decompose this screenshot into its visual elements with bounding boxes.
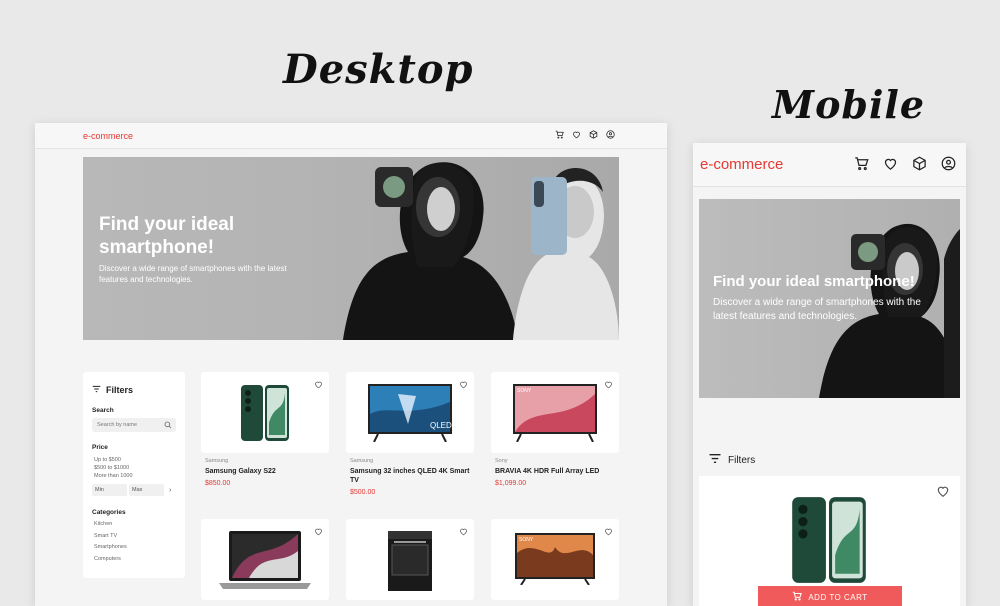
brand-logo[interactable]: e-commerce bbox=[700, 156, 783, 173]
price-option[interactable]: $500 to $1000 bbox=[94, 465, 129, 471]
user-icon[interactable] bbox=[941, 156, 956, 171]
product-price: $500.00 bbox=[350, 489, 376, 496]
desktop-header: e-commerce bbox=[35, 123, 667, 149]
price-option[interactable]: Up to $500 bbox=[94, 457, 121, 463]
desktop-label: Desktop bbox=[283, 46, 474, 93]
product-image[interactable]: SONY bbox=[491, 519, 619, 600]
categories-label: Categories bbox=[92, 509, 126, 516]
heart-icon[interactable] bbox=[459, 376, 468, 394]
product-image[interactable] bbox=[346, 519, 474, 600]
max-input[interactable]: Max bbox=[129, 484, 164, 496]
hero-title: Find your ideal smartphone! bbox=[713, 273, 915, 290]
product-brand: Samsung bbox=[350, 458, 374, 464]
product-card[interactable]: Samsung Samsung Galaxy S22 $850.00 bbox=[201, 372, 329, 487]
category-item[interactable]: Smart TV bbox=[94, 533, 117, 539]
cart-icon bbox=[792, 591, 803, 603]
product-name[interactable]: Samsung 32 inches QLED 4K Smart TV bbox=[350, 467, 474, 485]
hero-photo bbox=[343, 162, 619, 340]
tv-illustration: SONY bbox=[515, 533, 595, 585]
product-name[interactable]: Samsung Galaxy S22 bbox=[205, 467, 329, 476]
user-icon[interactable] bbox=[606, 130, 615, 139]
hero-banner: Find your ideal smartphone! Discover a w… bbox=[83, 157, 619, 340]
product-name[interactable]: BRAVIA 4K HDR Full Array LED bbox=[495, 467, 619, 476]
box-icon[interactable] bbox=[589, 130, 598, 139]
filters-toggle[interactable]: Filters bbox=[708, 453, 755, 467]
product-image[interactable] bbox=[201, 519, 329, 600]
filters-title: Filters bbox=[106, 385, 134, 395]
box-icon[interactable] bbox=[912, 156, 927, 171]
heart-icon[interactable] bbox=[314, 376, 323, 394]
heart-icon[interactable] bbox=[314, 523, 323, 541]
hero-subtitle: Discover a wide range of smartphones wit… bbox=[713, 297, 921, 322]
heart-icon[interactable] bbox=[936, 484, 950, 503]
product-card[interactable]: SONY bbox=[491, 519, 619, 600]
heart-icon[interactable] bbox=[604, 376, 613, 394]
category-item[interactable]: Kitchen bbox=[94, 521, 112, 527]
filters-panel: Filters Search Search by name Price Up t… bbox=[83, 372, 185, 578]
heart-icon[interactable] bbox=[459, 523, 468, 541]
hero-banner: Find your ideal smartphone! Discover a w… bbox=[699, 199, 960, 398]
product-image[interactable]: SONY bbox=[491, 372, 619, 453]
product-image[interactable]: QLED bbox=[346, 372, 474, 453]
product-image[interactable] bbox=[201, 372, 329, 453]
filters-label: Filters bbox=[728, 454, 756, 466]
price-label: Price bbox=[92, 444, 108, 451]
svg-text:QLED: QLED bbox=[430, 421, 452, 430]
cart-icon[interactable] bbox=[555, 130, 564, 139]
price-option[interactable]: More than 1000 bbox=[94, 473, 133, 479]
price-range: Min Max › bbox=[92, 484, 176, 496]
search-icon bbox=[164, 421, 172, 431]
filters-heading: Filters bbox=[92, 385, 133, 395]
search-input[interactable]: Search by name bbox=[92, 418, 176, 432]
product-card[interactable]: SONY Sony BRAVIA 4K HDR Full Array LED $… bbox=[491, 372, 619, 487]
filter-icon bbox=[708, 453, 722, 467]
cart-icon[interactable] bbox=[854, 156, 869, 171]
stove-illustration bbox=[388, 531, 432, 591]
heart-icon[interactable] bbox=[572, 130, 581, 139]
search-label: Search bbox=[92, 407, 114, 414]
hero-subtitle: Discover a wide range of smartphones wit… bbox=[99, 264, 287, 284]
hero-title: Find your ideal smartphone! bbox=[99, 214, 235, 258]
mobile-header: e-commerce bbox=[693, 143, 966, 187]
add-to-cart-button[interactable]: ADD TO CART bbox=[758, 586, 902, 606]
brand-logo[interactable]: e-commerce bbox=[83, 131, 133, 141]
add-to-cart-label: ADD TO CART bbox=[808, 592, 868, 602]
phone-illustration bbox=[792, 497, 866, 583]
laptop-illustration bbox=[219, 531, 311, 589]
svg-text:SONY: SONY bbox=[517, 388, 532, 394]
product-card[interactable]: ADD TO CART bbox=[699, 476, 960, 606]
product-price: $850.00 bbox=[205, 480, 231, 487]
desktop-preview: e-commerce Find your ideal smartphone! D… bbox=[35, 123, 667, 606]
product-card[interactable] bbox=[201, 519, 329, 600]
product-price: $1,099.00 bbox=[495, 480, 527, 487]
product-card[interactable]: QLED Samsung Samsung 32 inches QLED 4K S… bbox=[346, 372, 474, 496]
tv-illustration: SONY bbox=[513, 384, 597, 442]
mobile-label: Mobile bbox=[772, 82, 926, 127]
mobile-preview: e-commerce Find your ideal smartphone! D… bbox=[693, 143, 966, 606]
phone-illustration bbox=[241, 385, 289, 441]
heart-icon[interactable] bbox=[883, 156, 898, 171]
filter-icon bbox=[92, 385, 101, 395]
product-card[interactable] bbox=[346, 519, 474, 600]
category-item[interactable]: Smartphones bbox=[94, 544, 127, 550]
product-brand: Samsung bbox=[205, 458, 229, 464]
svg-text:SONY: SONY bbox=[519, 537, 534, 543]
heart-icon[interactable] bbox=[604, 523, 613, 541]
min-input[interactable]: Min bbox=[92, 484, 127, 496]
product-brand: Sony bbox=[495, 458, 508, 464]
chevron-right-icon[interactable]: › bbox=[166, 484, 176, 496]
tv-illustration: QLED bbox=[368, 384, 452, 442]
category-item[interactable]: Computers bbox=[94, 556, 121, 562]
search-placeholder: Search by name bbox=[97, 422, 138, 428]
